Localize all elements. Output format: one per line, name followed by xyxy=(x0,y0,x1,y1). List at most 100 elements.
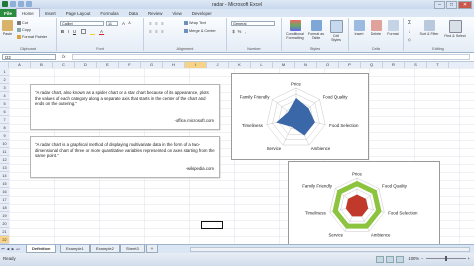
tab-formulas[interactable]: Formulas xyxy=(95,9,123,17)
merge-center-button[interactable]: Merge & Center xyxy=(184,29,216,33)
row-header[interactable]: 1 xyxy=(0,68,9,76)
row-header[interactable]: 5 xyxy=(0,100,9,108)
sheet-tab-definition[interactable]: Definition xyxy=(26,245,57,253)
wrap-text-button[interactable]: Wrap Text xyxy=(184,21,206,25)
format-painter-button[interactable]: Format Painter xyxy=(17,35,47,39)
sort-filter-button[interactable]: Sort & Filter xyxy=(418,20,440,36)
italic-button[interactable]: I xyxy=(66,29,71,34)
format-cells-button[interactable]: Format xyxy=(386,20,400,36)
maximize-icon[interactable]: □ xyxy=(446,1,457,9)
align-right-icon[interactable]: ≡ xyxy=(160,29,165,34)
text-box-wikipedia[interactable]: "A radar chart is a graphical method of … xyxy=(30,136,220,178)
grow-font-button[interactable]: A xyxy=(121,21,126,26)
zoom-level[interactable]: 100% xyxy=(408,256,419,261)
save-icon[interactable] xyxy=(10,1,16,7)
redo-icon[interactable] xyxy=(26,1,32,7)
delete-cells-button[interactable]: Delete xyxy=(369,20,383,36)
tab-developer[interactable]: Developer xyxy=(187,9,217,17)
sheet-tab-example1[interactable]: Example1 xyxy=(60,245,90,253)
align-left-icon[interactable]: ≡ xyxy=(148,29,153,34)
page-layout-view-icon[interactable] xyxy=(386,256,394,263)
name-box[interactable]: I22 xyxy=(2,54,56,60)
next-sheet-icon[interactable]: ▶ xyxy=(11,247,15,252)
first-sheet-icon[interactable]: ⏮ xyxy=(1,247,5,252)
row-header[interactable]: 2 xyxy=(0,76,9,84)
currency-icon[interactable]: $ xyxy=(231,29,236,34)
zoom-slider[interactable] xyxy=(425,255,466,261)
radar-chart-1[interactable]: Price Food Quality Food Selection Ambience S… xyxy=(231,73,369,160)
active-cell[interactable] xyxy=(201,221,223,229)
fx-icon[interactable]: fx xyxy=(62,54,66,59)
row-header[interactable]: 22 xyxy=(0,236,9,244)
copy-button[interactable]: Copy xyxy=(17,28,31,32)
percent-icon[interactable]: % xyxy=(237,29,242,34)
borders-button[interactable] xyxy=(81,29,86,34)
find-select-button[interactable]: Find & Select xyxy=(444,20,466,38)
row-header[interactable]: 7 xyxy=(0,116,9,124)
row-header[interactable]: 10 xyxy=(0,140,9,148)
fill-color-button[interactable] xyxy=(90,29,95,35)
underline-button[interactable]: U xyxy=(72,29,77,34)
row-header[interactable]: 8 xyxy=(0,124,9,132)
row-header[interactable]: 9 xyxy=(0,132,9,140)
close-icon[interactable]: ✕ xyxy=(458,1,472,9)
row-header[interactable]: 14 xyxy=(0,172,9,180)
tab-data[interactable]: Data xyxy=(124,9,143,17)
tab-home[interactable]: Home xyxy=(16,8,40,17)
formula-input[interactable] xyxy=(72,54,470,60)
row-header[interactable]: 19 xyxy=(0,212,9,220)
zoom-slider-knob[interactable] xyxy=(444,255,447,261)
text-box-office[interactable]: "A radar chart, also known as a spider c… xyxy=(30,84,220,130)
tab-insert[interactable]: Insert xyxy=(40,9,61,17)
cell-styles-button[interactable]: Cell Styles xyxy=(328,20,344,42)
font-color-button[interactable]: A xyxy=(99,29,104,35)
prev-sheet-icon[interactable]: ◀ xyxy=(6,247,10,252)
font-size-select[interactable]: 11 xyxy=(106,21,118,26)
font-name-select[interactable]: Calibri xyxy=(60,21,104,26)
tab-view[interactable]: View xyxy=(167,9,186,17)
sheet-tab-example2[interactable]: Example2 xyxy=(90,245,120,253)
conditional-formatting-button[interactable]: Conditional Formatting xyxy=(285,20,305,40)
row-header[interactable]: 6 xyxy=(0,108,9,116)
paste-button[interactable]: Paste xyxy=(2,20,13,36)
align-center-icon[interactable]: ≡ xyxy=(154,29,159,34)
bold-button[interactable]: B xyxy=(60,29,65,34)
tab-file[interactable]: File xyxy=(0,9,16,17)
row-header[interactable]: 11 xyxy=(0,148,9,156)
comma-icon[interactable]: , xyxy=(243,29,248,34)
last-sheet-icon[interactable]: ⏭ xyxy=(16,247,20,252)
number-format-select[interactable]: General xyxy=(231,21,275,26)
align-top-icon[interactable]: ≡ xyxy=(148,21,153,26)
undo-icon[interactable] xyxy=(18,1,24,7)
cut-button[interactable]: Cut xyxy=(17,21,28,25)
format-as-table-button[interactable]: Format as Table xyxy=(307,20,325,40)
row-header[interactable]: 16 xyxy=(0,188,9,196)
row-header[interactable]: 17 xyxy=(0,196,9,204)
shrink-font-button[interactable]: A xyxy=(127,21,132,26)
autosum-icon[interactable]: Σ xyxy=(407,21,412,26)
zoom-out-icon[interactable]: − xyxy=(421,256,423,261)
radar-chart-2[interactable]: Price Food Quality Food Selection Ambience S… xyxy=(288,161,440,246)
sheet-tab-sheet3[interactable]: Sheet3 xyxy=(120,245,145,253)
row-header[interactable]: 20 xyxy=(0,220,9,228)
row-header[interactable]: 12 xyxy=(0,156,9,164)
row-header[interactable]: 4 xyxy=(0,92,9,100)
minimize-icon[interactable]: – xyxy=(434,1,445,9)
row-header[interactable]: 21 xyxy=(0,228,9,236)
row-header[interactable]: 3 xyxy=(0,84,9,92)
row-header[interactable]: 13 xyxy=(0,164,9,172)
fill-icon[interactable]: ↓ xyxy=(407,29,412,34)
normal-view-icon[interactable] xyxy=(376,256,384,263)
tab-review[interactable]: Review xyxy=(143,9,167,17)
align-middle-icon[interactable]: ≡ xyxy=(154,21,159,26)
horizontal-scrollbar[interactable] xyxy=(190,247,470,252)
zoom-in-icon[interactable]: + xyxy=(468,256,470,261)
page-break-view-icon[interactable] xyxy=(396,256,404,263)
row-header[interactable]: 15 xyxy=(0,180,9,188)
row-header[interactable]: 18 xyxy=(0,204,9,212)
align-bottom-icon[interactable]: ≡ xyxy=(160,21,165,26)
clear-icon[interactable]: ◇ xyxy=(407,37,412,42)
tab-page-layout[interactable]: Page Layout xyxy=(61,9,96,17)
insert-cells-button[interactable]: Insert xyxy=(352,20,366,36)
insert-sheet-icon[interactable]: ＋ xyxy=(146,245,158,253)
